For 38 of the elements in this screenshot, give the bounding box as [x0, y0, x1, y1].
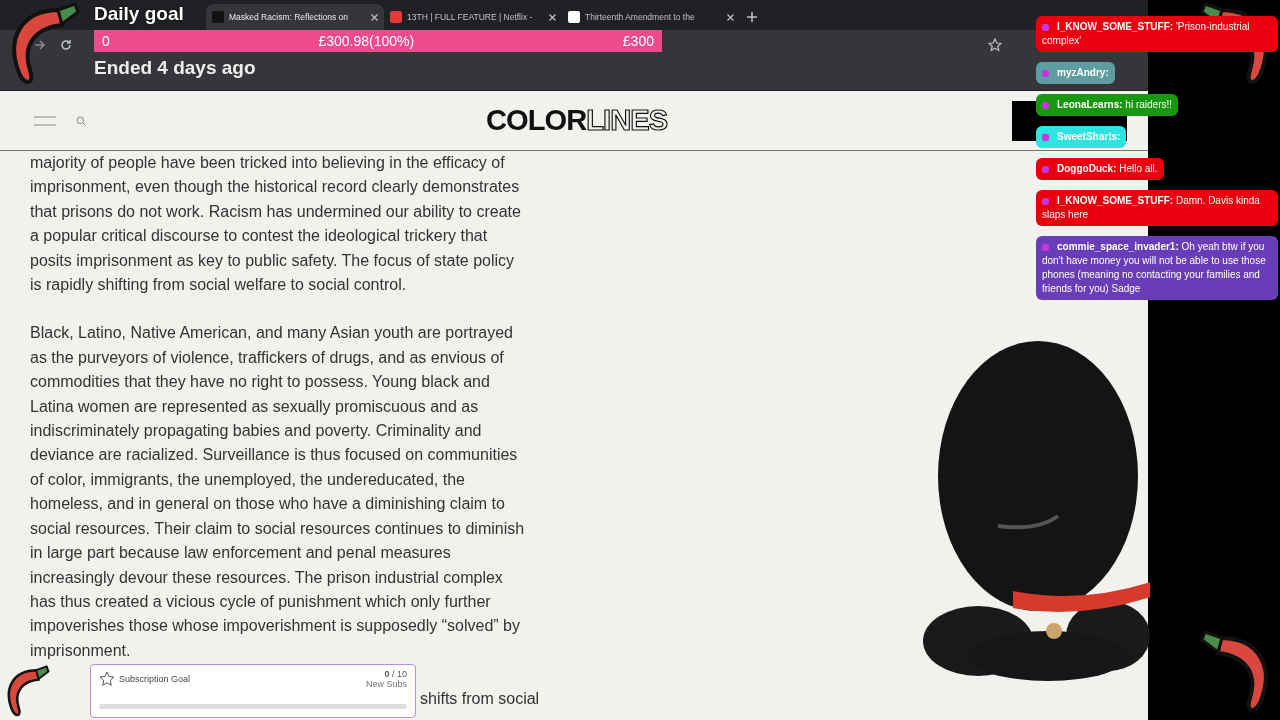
forward-icon[interactable]: [34, 39, 46, 51]
chat-message: DoggoDuck: Hello all.: [1036, 158, 1164, 180]
article-paragraph: Black, Latino, Native American, and many Asian youth are portrayed as the purveyors of violence, traffickers of drugs, and as envious of commodities that they have no right to possess. Young black and Latina women are represented as sexually promiscuous and as indiscriminately propagating babies and poverty. Criminality and deviance are racialized. Surveillance is thus focused on communities of color, immigrants, the unemployed, the undereducated, the homeless, and in general on those who have a diminishing claim to social resources. Their claim to social resources continues to diminish in large part because law enforcement and penal measures increasingly devour these resources. The prison industrial complex has thus created a vicious cycle of punishment which only further impoverishes those whose impoverishment is supposedly “solved” by imprisonment.: [30, 323, 525, 661]
subscription-count: 0 / 10: [384, 669, 407, 679]
reload-icon[interactable]: [60, 39, 72, 51]
subscription-unit: New Subs: [365, 679, 407, 689]
chat-message: commie_space_invader1: Oh yeah btw if you don't have money you will not be able to use those phones (meaning no contacting your families and friends for you) Sadge: [1036, 236, 1278, 300]
chat-message: I_KNOW_SOME_STUFF: Damn. Davis kinda slaps here: [1036, 190, 1278, 226]
close-icon[interactable]: [371, 13, 378, 21]
goal-current-amount: £300.98(100%): [318, 33, 415, 49]
close-icon[interactable]: [549, 13, 556, 21]
star-icon: [99, 671, 115, 687]
badge-icon: [1042, 197, 1049, 205]
browser-tab[interactable]: Thirteenth Amendment to the: [562, 4, 740, 30]
site-logo[interactable]: COLORLINES: [486, 103, 668, 137]
close-icon[interactable]: [727, 13, 734, 21]
goal-start-amount: 0: [102, 33, 110, 49]
badge-icon: [1042, 23, 1049, 31]
badge-icon: [1042, 69, 1049, 77]
badge-icon: [1042, 133, 1049, 141]
goal-target-amount: £300: [622, 33, 654, 49]
chat-message: I_KNOW_SOME_STUFF: 'Prison-industrial complex': [1036, 16, 1278, 52]
browser-tab[interactable]: Masked Racism: Reflections on: [206, 4, 384, 30]
plus-icon: [746, 11, 758, 23]
badge-icon: [1042, 165, 1049, 173]
chat-message: myzAndry:: [1036, 62, 1115, 84]
goal-status: Ended 4 days ago: [94, 57, 256, 79]
bookmark-star-icon[interactable]: [988, 38, 1002, 52]
subscription-goal-title: Subscription Goal: [119, 674, 192, 684]
browser-tab[interactable]: 13TH | FULL FEATURE | Netflix -: [384, 4, 562, 30]
article-paragraph: majority of people have been tricked into believing in the efficacy of imprisonment, even though the historical record clearly demonstrates that prisons do not work. Racism has undermined our ability to create a popular critical discourse to contest the ideological trickery that posits imprisonment as key to public safety. The focus of state policy is rapidly shifting from social welfare to social control.: [30, 153, 521, 296]
badge-icon: [1042, 101, 1049, 109]
article-paragraph: shifts from social: [420, 689, 540, 710]
chat-message: SweetSharts:: [1036, 126, 1127, 148]
search-icon[interactable]: [76, 115, 86, 126]
goal-title: Daily goal: [94, 3, 184, 25]
chat-message: LeonaLearns: hi raiders!!: [1036, 94, 1179, 116]
badge-icon: [1042, 243, 1049, 251]
